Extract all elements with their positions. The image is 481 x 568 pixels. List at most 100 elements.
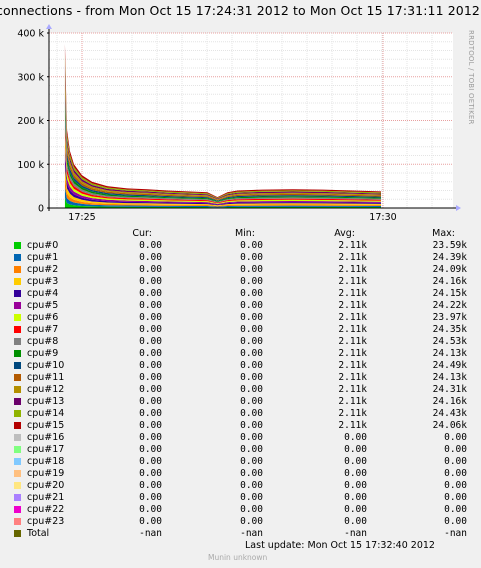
- legend-swatch: [14, 482, 21, 489]
- legend-min-value: 0.00: [240, 336, 263, 347]
- legend-row: Total -nan -nan -nan -nan: [0, 528, 481, 540]
- legend-min-value: 0.00: [240, 420, 263, 431]
- legend-cur-value: 0.00: [139, 276, 162, 287]
- legend-cur-value: 0.00: [139, 516, 162, 527]
- legend-cur-value: 0.00: [139, 348, 162, 359]
- legend-max-value: 0.00: [444, 432, 467, 443]
- legend-swatch: [14, 434, 21, 441]
- legend-swatch: [14, 458, 21, 465]
- x-tick-label: 17:25: [68, 212, 95, 223]
- legend-avg-value: 0.00: [344, 492, 367, 503]
- chart-canvas: 0 100 k 200 k 300 k 400 k 17:25 17:30: [17, 24, 461, 223]
- legend-cur-value: 0.00: [139, 288, 162, 299]
- legend-max-value: 23.59k: [432, 240, 467, 251]
- legend-swatch: [14, 374, 21, 381]
- legend-max-value: -nan: [444, 528, 467, 539]
- legend-cur-value: 0.00: [139, 324, 162, 335]
- y-axis-arrow: [46, 24, 52, 29]
- y-tick-label: 200 k: [17, 116, 44, 127]
- legend-avg-value: 0.00: [344, 504, 367, 515]
- y-tick-label: 300 k: [17, 72, 44, 83]
- legend-min-value: 0.00: [240, 372, 263, 383]
- legend-row: cpu#6 0.00 0.00 2.11k 23.97k: [0, 312, 481, 324]
- legend-avg-value: 2.11k: [338, 240, 367, 251]
- legend-row: cpu#16 0.00 0.00 0.00 0.00: [0, 432, 481, 444]
- legend-avg-value: 2.11k: [338, 396, 367, 407]
- legend-avg-value: 0.00: [344, 516, 367, 527]
- legend-max-value: 23.97k: [432, 312, 467, 323]
- legend-min-value: -nan: [240, 528, 263, 539]
- legend-min-value: 0.00: [240, 264, 263, 275]
- legend-swatch: [14, 278, 21, 285]
- legend-max-value: 0.00: [444, 456, 467, 467]
- legend-row: cpu#15 0.00 0.00 2.11k 24.06k: [0, 420, 481, 432]
- legend-cur-value: 0.00: [139, 300, 162, 311]
- legend-row: cpu#21 0.00 0.00 0.00 0.00: [0, 492, 481, 504]
- legend-row: cpu#8 0.00 0.00 2.11k 24.53k: [0, 336, 481, 348]
- legend-min-value: 0.00: [240, 492, 263, 503]
- legend-cur-value: 0.00: [139, 432, 162, 443]
- legend-row: cpu#17 0.00 0.00 0.00 0.00: [0, 444, 481, 456]
- y-tick-label: 400 k: [17, 29, 44, 40]
- legend-max-value: 24.31k: [432, 384, 467, 395]
- legend-cur-value: 0.00: [139, 264, 162, 275]
- legend-label: cpu#5: [27, 300, 59, 311]
- legend-cur-value: 0.00: [139, 444, 162, 455]
- legend-max-value: 24.35k: [432, 324, 467, 335]
- legend-swatch: [14, 494, 21, 501]
- legend-max-value: 24.13k: [432, 372, 467, 383]
- legend-max-value: 24.15k: [432, 288, 467, 299]
- legend-row: cpu#20 0.00 0.00 0.00 0.00: [0, 480, 481, 492]
- legend-swatch: [14, 254, 21, 261]
- legend-row: cpu#23 0.00 0.00 0.00 0.00: [0, 516, 481, 528]
- legend-cur-value: 0.00: [139, 312, 162, 323]
- legend-swatch: [14, 326, 21, 333]
- legend-min-value: 0.00: [240, 324, 263, 335]
- legend-label: cpu#4: [27, 288, 59, 299]
- legend-swatch: [14, 242, 21, 249]
- legend-row: cpu#12 0.00 0.00 2.11k 24.31k: [0, 384, 481, 396]
- legend-max-value: 24.22k: [432, 300, 467, 311]
- legend-avg-value: 2.11k: [338, 372, 367, 383]
- legend-row: cpu#13 0.00 0.00 2.11k 24.16k: [0, 396, 481, 408]
- legend-min-value: 0.00: [240, 288, 263, 299]
- last-update: Last update: Mon Oct 15 17:32:40 2012: [245, 540, 435, 551]
- legend-label: Total: [27, 528, 50, 539]
- legend-row: cpu#19 0.00 0.00 0.00 0.00: [0, 468, 481, 480]
- legend-avg-value: 0.00: [344, 444, 367, 455]
- legend-min-value: 0.00: [240, 252, 263, 263]
- column-header-avg: Avg:: [334, 228, 355, 239]
- legend-min-value: 0.00: [240, 360, 263, 371]
- legend-swatch: [14, 386, 21, 393]
- legend-row: cpu#3 0.00 0.00 2.11k 24.16k: [0, 276, 481, 288]
- legend-row: cpu#22 0.00 0.00 0.00 0.00: [0, 504, 481, 516]
- legend-min-value: 0.00: [240, 384, 263, 395]
- legend-swatch: [14, 518, 21, 525]
- legend-min-value: 0.00: [240, 504, 263, 515]
- legend-max-value: 0.00: [444, 480, 467, 491]
- legend-swatch: [14, 422, 21, 429]
- legend-avg-value: 2.11k: [338, 420, 367, 431]
- legend-label: cpu#17: [27, 444, 65, 455]
- legend-swatch: [14, 470, 21, 477]
- legend-label: cpu#12: [27, 384, 65, 395]
- legend-label: cpu#22: [27, 504, 65, 515]
- legend-label: cpu#16: [27, 432, 65, 443]
- legend-swatch: [14, 398, 21, 405]
- legend-cur-value: 0.00: [139, 420, 162, 431]
- legend-label: cpu#2: [27, 264, 59, 275]
- legend-cur-value: 0.00: [139, 468, 162, 479]
- y-tick-label: 0: [38, 204, 44, 215]
- legend-min-value: 0.00: [240, 480, 263, 491]
- legend-max-value: 24.06k: [432, 420, 467, 431]
- legend-label: cpu#19: [27, 468, 65, 479]
- legend-label: cpu#14: [27, 408, 65, 419]
- legend-cur-value: 0.00: [139, 336, 162, 347]
- legend-max-value: 24.16k: [432, 396, 467, 407]
- legend-label: cpu#21: [27, 492, 65, 503]
- legend-label: cpu#20: [27, 480, 65, 491]
- legend-cur-value: -nan: [139, 528, 162, 539]
- legend-avg-value: 2.11k: [338, 264, 367, 275]
- legend-max-value: 0.00: [444, 468, 467, 479]
- legend-cur-value: 0.00: [139, 240, 162, 251]
